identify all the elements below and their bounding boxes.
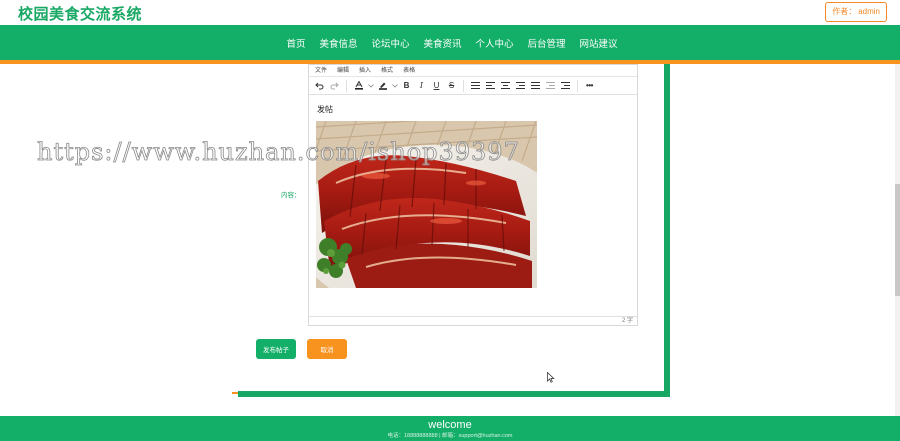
- author-button[interactable]: 作者： admin: [825, 2, 887, 22]
- align-justify-icon[interactable]: [529, 79, 542, 93]
- bold-icon[interactable]: B: [400, 79, 413, 93]
- menu-insert[interactable]: 插入: [359, 65, 371, 76]
- underline-icon[interactable]: U: [430, 79, 443, 93]
- card-accent-tick: [232, 392, 238, 394]
- strikethrough-icon[interactable]: S: [445, 79, 458, 93]
- highlight-color-icon[interactable]: [376, 79, 389, 93]
- footer-contact: 电话：18888888888 | 邮箱：support@huzhan.com: [387, 433, 513, 439]
- more-icon[interactable]: •••: [583, 79, 596, 93]
- site-footer: welcome 电话：18888888888 | 邮箱：support@huzh…: [0, 416, 900, 441]
- indent-icon[interactable]: [559, 79, 572, 93]
- site-title: 校园美食交流系统: [18, 6, 143, 23]
- editor-statusbar: 2 字: [309, 316, 637, 325]
- nav-item-food-info[interactable]: 美食信息: [319, 36, 357, 50]
- top-bar: 校园美食交流系统 作者： admin: [0, 0, 900, 25]
- align-left-icon[interactable]: [484, 79, 497, 93]
- editor-content-area[interactable]: 发帖: [309, 96, 637, 318]
- card-shadow-right: [664, 64, 670, 397]
- outdent-icon[interactable]: [544, 79, 557, 93]
- text-color-icon[interactable]: [352, 79, 365, 93]
- main-nav: 首页 美食信息 论坛中心 美食资讯 个人中心 后台管理 网站建议: [0, 25, 900, 60]
- card-shadow-bottom: [238, 391, 670, 397]
- nav-item-forum[interactable]: 论坛中心: [371, 36, 409, 50]
- watermark-text: https://www.huzhan.com/ishop39397: [37, 138, 520, 167]
- chevron-down-icon[interactable]: [391, 79, 398, 93]
- menu-edit[interactable]: 编辑: [337, 65, 349, 76]
- cancel-button[interactable]: 取消: [307, 339, 347, 359]
- nav-item-food-news[interactable]: 美食资讯: [423, 36, 461, 50]
- toolbar-separator: [577, 79, 578, 92]
- redo-icon[interactable]: [328, 79, 341, 93]
- post-body-text: 发帖: [317, 105, 333, 114]
- nav-item-personal-center[interactable]: 个人中心: [476, 36, 514, 50]
- author-label: 作者：: [832, 7, 857, 16]
- editor-menubar: 文件 编辑 插入 格式 表格: [309, 65, 637, 77]
- menu-format[interactable]: 格式: [381, 65, 393, 76]
- submit-post-button[interactable]: 发布帖子: [256, 339, 296, 359]
- toolbar-separator: [463, 79, 464, 92]
- content-label: 内容：: [281, 192, 301, 199]
- ordered-list-icon[interactable]: [469, 79, 482, 93]
- nav-item-admin[interactable]: 后台管理: [528, 36, 566, 50]
- author-name: admin: [858, 7, 880, 16]
- align-center-icon[interactable]: [499, 79, 512, 93]
- align-right-icon[interactable]: [514, 79, 527, 93]
- menu-file[interactable]: 文件: [315, 65, 327, 76]
- nav-item-suggestions[interactable]: 网站建议: [580, 36, 618, 50]
- italic-icon[interactable]: I: [415, 79, 428, 93]
- chevron-down-icon[interactable]: [367, 79, 374, 93]
- mouse-cursor-icon: [547, 372, 555, 383]
- rich-text-editor: 文件 编辑 插入 格式 表格 B I U S ••• 发帖 2 字: [308, 64, 638, 326]
- menu-table[interactable]: 表格: [403, 65, 415, 76]
- undo-icon[interactable]: [313, 79, 326, 93]
- nav-item-home[interactable]: 首页: [286, 36, 305, 50]
- editor-toolbar: B I U S •••: [309, 77, 637, 95]
- footer-welcome: welcome: [428, 419, 472, 431]
- toolbar-separator: [346, 79, 347, 92]
- page-scrollbar-thumb[interactable]: [895, 184, 900, 296]
